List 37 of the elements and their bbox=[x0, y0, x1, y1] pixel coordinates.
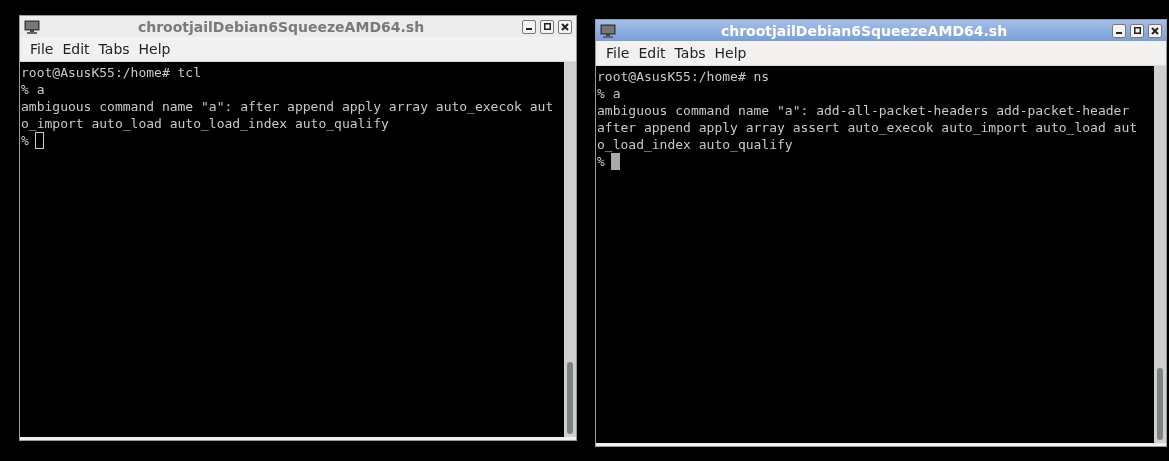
menu-item[interactable]: File bbox=[602, 42, 634, 64]
close-button[interactable] bbox=[558, 19, 572, 34]
minimize-button[interactable] bbox=[522, 19, 536, 34]
terminal-line: o_load_index auto_qualify bbox=[597, 136, 793, 153]
close-icon bbox=[1151, 26, 1159, 35]
maximize-icon bbox=[543, 23, 551, 30]
minimize-icon bbox=[526, 28, 532, 30]
maximize-icon bbox=[1133, 27, 1141, 34]
menu-item[interactable]: Help bbox=[134, 38, 175, 60]
minimize-icon bbox=[1116, 32, 1122, 34]
close-button[interactable] bbox=[1148, 23, 1162, 38]
terminal-line: % bbox=[21, 132, 29, 149]
window-title: chrootjailDebian6SqueezeAMD64.sh bbox=[719, 23, 1009, 38]
monitor-icon bbox=[600, 23, 616, 38]
terminal-line: root@AsusK55:/home# tcl bbox=[21, 64, 201, 81]
terminal-line: root@AsusK55:/home# ns bbox=[597, 68, 770, 85]
menu-item[interactable]: Tabs bbox=[94, 38, 134, 60]
menu-item[interactable]: Edit bbox=[58, 38, 94, 60]
menu-item[interactable]: Edit bbox=[634, 42, 670, 64]
maximize-button[interactable] bbox=[540, 19, 554, 34]
minimize-button[interactable] bbox=[1112, 23, 1126, 38]
terminal-line: % bbox=[597, 153, 605, 170]
menu-item[interactable]: Tabs bbox=[670, 42, 710, 64]
terminal-line: ambiguous command name "a": after append apply array auto_execok aut bbox=[21, 98, 554, 115]
terminal-line: ambiguous command name "a": add-all-packet-headers add-packet-header bbox=[597, 102, 1130, 119]
terminal-line: % a bbox=[21, 81, 45, 98]
terminal-line: o_import auto_load auto_load_index auto_qualify bbox=[21, 115, 389, 132]
maximize-button[interactable] bbox=[1130, 23, 1144, 38]
terminal-line: % a bbox=[597, 85, 621, 102]
menu-item[interactable]: Help bbox=[710, 42, 751, 64]
monitor-icon bbox=[24, 19, 40, 34]
scrollbar[interactable] bbox=[564, 62, 576, 437]
scrollbar[interactable] bbox=[1154, 66, 1166, 443]
close-icon bbox=[561, 22, 569, 31]
window-title: chrootjailDebian6SqueezeAMD64.sh bbox=[136, 19, 426, 34]
terminal-line: after append apply array assert auto_execok auto_import auto_load aut bbox=[597, 119, 1138, 136]
menu-item[interactable]: File bbox=[26, 38, 58, 60]
